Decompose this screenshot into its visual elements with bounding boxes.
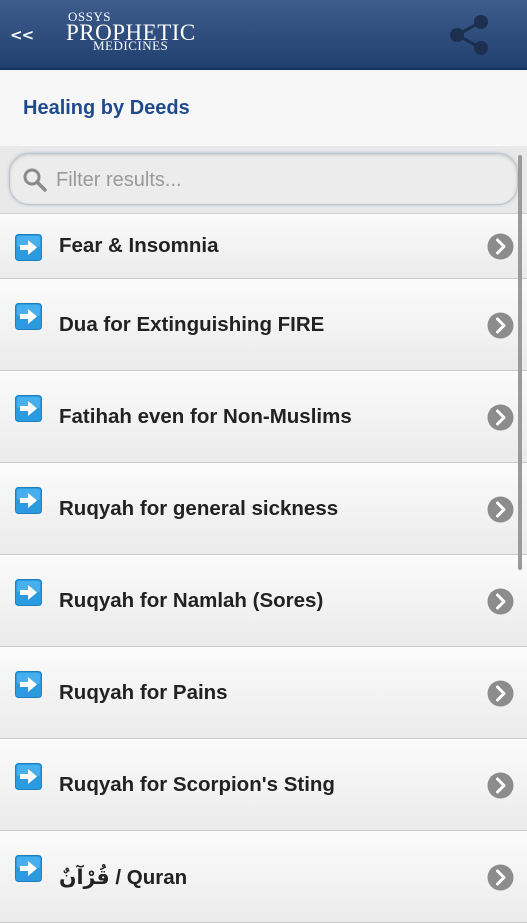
back-button[interactable]: << [10,26,34,44]
list-item[interactable]: Ruqyah for general sickness [0,463,527,555]
search-input[interactable] [54,162,498,198]
list-item[interactable]: قُرْآنٌ / Quran [0,831,527,923]
page-header: Healing by Deeds [0,72,527,146]
list-item[interactable]: Ruqyah for Pains [0,647,527,739]
chevron-right-icon [487,233,514,260]
chevron-right-icon [487,404,514,431]
list-item[interactable]: Fear & Insomnia [0,214,527,279]
list-item-label: قُرْآنٌ / Quran [59,866,188,889]
share-button[interactable] [445,10,495,60]
arrow-right-icon [15,671,42,698]
list-item-label: Dua for Extinguishing FIRE [59,313,325,336]
list-item-label: Ruqyah for Scorpion's Sting [59,773,335,796]
search-box[interactable] [9,153,518,205]
arrow-right-icon [15,763,42,790]
logo-line-3: MEDICINES [93,38,169,53]
search-icon [23,168,47,192]
list-item[interactable]: Ruqyah for Scorpion's Sting [0,739,527,831]
list-item[interactable]: Dua for Extinguishing FIRE [0,279,527,371]
list-item-label: Ruqyah for Namlah (Sores) [59,589,324,612]
search-bar [0,146,527,214]
arrow-right-icon [15,579,42,606]
chevron-right-icon [487,772,514,799]
list-item[interactable]: Ruqyah for Namlah (Sores) [0,555,527,647]
chevron-right-icon [487,496,514,523]
chevron-right-icon [487,588,514,615]
chevron-right-icon [487,312,514,339]
page-title: Healing by Deeds [23,97,190,119]
list-item-label: Ruqyah for Pains [59,681,228,704]
arrow-right-icon [15,303,42,330]
arrow-right-icon [15,234,42,261]
list-item-label: Fatihah even for Non-Muslims [59,405,352,428]
arrow-right-icon [15,487,42,514]
list-item-label: Fear & Insomnia [59,234,219,257]
app-header: << OSSYS PROPHETIC MEDICINES [0,0,527,70]
results-list: Fear & Insomnia Dua for Extinguishing FIR… [0,214,527,923]
share-icon [450,15,488,55]
arrow-right-icon [15,855,42,882]
scrollbar[interactable] [518,155,522,570]
chevron-right-icon [487,680,514,707]
chevron-right-icon [487,864,514,891]
app-logo: OSSYS PROPHETIC MEDICINES [66,10,216,52]
list-item-label: Ruqyah for general sickness [59,497,339,520]
list-item[interactable]: Fatihah even for Non-Muslims [0,371,527,463]
arrow-right-icon [15,395,42,422]
